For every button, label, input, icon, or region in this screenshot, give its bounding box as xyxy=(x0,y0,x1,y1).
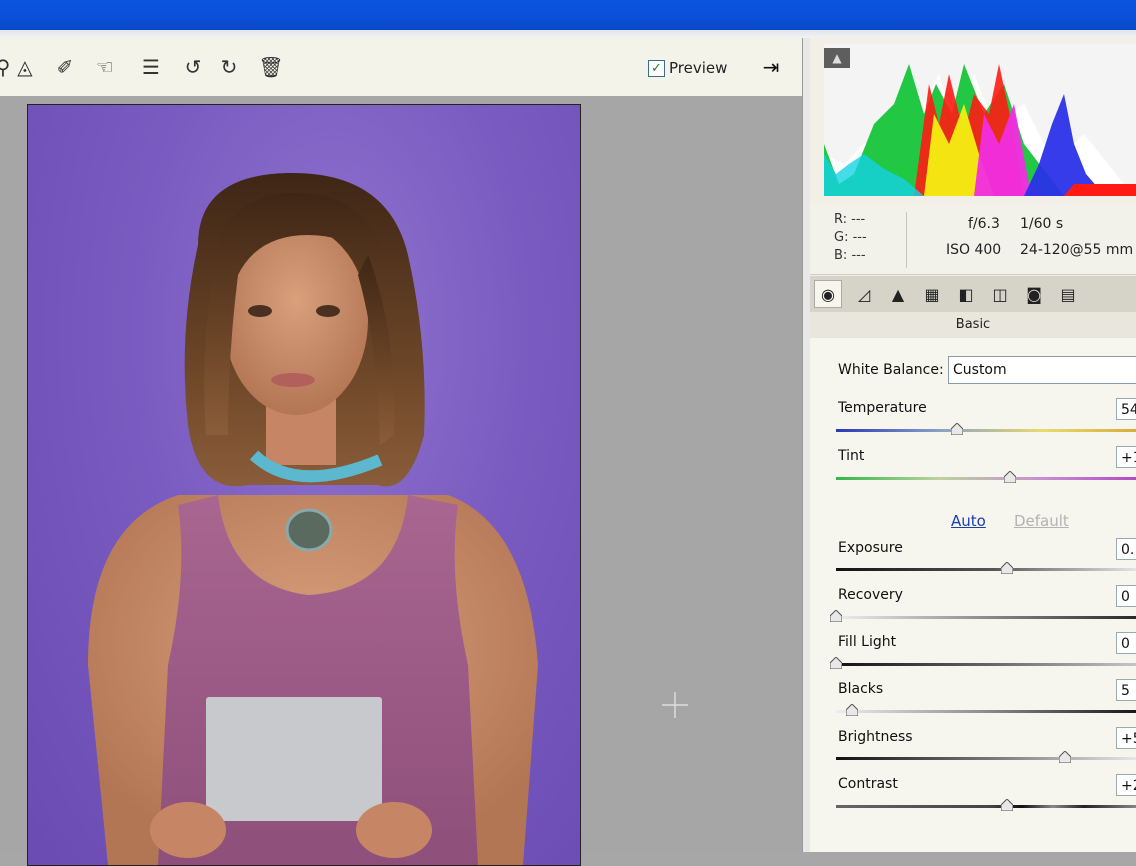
red-eye-tool-icon[interactable]: ☜ xyxy=(90,52,120,82)
lens-value: 24-120@55 mm xyxy=(1020,242,1134,258)
b-value: --- xyxy=(851,248,866,263)
preview-checkbox[interactable]: ✓ Preview xyxy=(648,58,727,78)
tab-presets-icon[interactable]: ▤ xyxy=(1054,280,1082,308)
fill-light-thumb[interactable] xyxy=(830,657,842,669)
recovery-label: Recovery xyxy=(838,587,903,603)
tint-thumb[interactable] xyxy=(1003,471,1016,483)
title-bar-edge xyxy=(0,30,1136,38)
tint-value[interactable]: +1 xyxy=(1116,446,1136,468)
temperature-value[interactable]: 54 xyxy=(1116,398,1136,420)
exposure-thumb[interactable] xyxy=(1000,562,1013,574)
aperture-value: f/6.3 xyxy=(968,216,1000,232)
recovery-track[interactable] xyxy=(830,610,1136,622)
recovery-value[interactable]: 0 xyxy=(1116,585,1136,607)
tab-hsl-icon[interactable]: ▦ xyxy=(918,280,946,308)
photo-preview xyxy=(27,104,581,866)
tab-camera-icon[interactable]: ◙ xyxy=(1020,280,1048,308)
toggle-fullscreen-icon[interactable]: ⇥ xyxy=(756,52,786,82)
contrast-track[interactable] xyxy=(836,799,1136,811)
adjustments-panel: ▲ R: --- G: --- B: --- f/6.3 1/60 s ISO … xyxy=(810,38,1136,852)
shutter-value: 1/60 s xyxy=(1020,216,1064,232)
blacks-track[interactable] xyxy=(836,704,1136,716)
toolbar: ⚲ ◬ ✐ ☜ ☰ ↺ ↻ 🗑 ✓ Preview ⇥ xyxy=(0,38,802,97)
portrait-photo xyxy=(88,172,538,865)
temperature-track[interactable] xyxy=(836,423,1136,435)
exposure-label: Exposure xyxy=(838,540,903,556)
g-value: --- xyxy=(852,230,867,245)
contrast-value[interactable]: +2 xyxy=(1116,774,1136,796)
preferences-icon[interactable]: ☰ xyxy=(136,52,166,82)
contrast-thumb[interactable] xyxy=(1000,799,1013,811)
auto-link[interactable]: Auto xyxy=(951,512,986,530)
fill-light-track[interactable] xyxy=(830,657,1136,669)
histogram-graph xyxy=(824,44,1136,196)
temperature-thumb[interactable] xyxy=(950,423,963,435)
checkbox-check-icon[interactable]: ✓ xyxy=(648,59,665,77)
brightness-thumb[interactable] xyxy=(1059,751,1072,763)
white-balance-select[interactable]: Custom xyxy=(948,356,1136,384)
shadow-clipping-warning-icon[interactable]: ▲ xyxy=(824,48,850,68)
basic-settings: White Balance: Custom Temperature 54 Tin… xyxy=(810,338,1136,852)
blacks-value[interactable]: 5 xyxy=(1116,679,1136,701)
tab-lens-icon[interactable]: ◫ xyxy=(986,280,1014,308)
exposure-value[interactable]: 0. xyxy=(1116,538,1136,560)
blacks-label: Blacks xyxy=(838,681,884,697)
default-link[interactable]: Default xyxy=(1014,512,1069,530)
fill-light-label: Fill Light xyxy=(838,634,897,650)
brightness-label: Brightness xyxy=(838,729,913,745)
readout-area: R: --- G: --- B: --- f/6.3 1/60 s ISO 40… xyxy=(810,204,1136,275)
brightness-track[interactable] xyxy=(836,751,1136,763)
recovery-thumb[interactable] xyxy=(830,610,842,622)
tab-detail-icon[interactable]: ▲ xyxy=(884,280,912,308)
fill-light-value[interactable]: 0 xyxy=(1116,632,1136,654)
window-title-bar xyxy=(0,0,1136,30)
tint-track[interactable] xyxy=(836,471,1136,483)
rotate-cw-icon[interactable]: ↻ xyxy=(214,52,244,82)
white-balance-label: White Balance: xyxy=(838,362,944,378)
tint-label: Tint xyxy=(838,448,865,464)
crosshair-cursor-icon xyxy=(662,692,688,718)
g-label: G: xyxy=(834,230,849,245)
temperature-label: Temperature xyxy=(838,400,927,416)
image-canvas[interactable] xyxy=(0,96,802,866)
blacks-thumb[interactable] xyxy=(845,704,858,716)
tab-tone-curve-icon[interactable]: ◿ xyxy=(850,280,878,308)
brightness-value[interactable]: +5 xyxy=(1116,727,1136,749)
tab-basic-icon[interactable]: ◉ xyxy=(814,280,842,308)
spot-removal-tool-icon[interactable]: ✐ xyxy=(50,52,80,82)
panel-tabs: ◉ ◿ ▲ ▦ ◧ ◫ ◙ ▤ xyxy=(810,276,1136,313)
histogram: ▲ xyxy=(824,44,1136,196)
preview-label: Preview xyxy=(669,59,728,77)
exposure-track[interactable] xyxy=(836,562,1136,574)
iso-value: ISO 400 xyxy=(946,242,1002,258)
readout-separator xyxy=(906,212,907,268)
r-value: --- xyxy=(851,212,866,227)
contrast-label: Contrast xyxy=(838,776,898,792)
tab-split-toning-icon[interactable]: ◧ xyxy=(952,280,980,308)
rotate-ccw-icon[interactable]: ↺ xyxy=(178,52,208,82)
straighten-tool-icon[interactable]: ◬ xyxy=(10,52,40,82)
trash-icon[interactable]: 🗑 xyxy=(256,52,286,82)
b-label: B: xyxy=(834,248,848,263)
r-label: R: xyxy=(834,212,848,227)
section-title: Basic xyxy=(810,312,1136,339)
